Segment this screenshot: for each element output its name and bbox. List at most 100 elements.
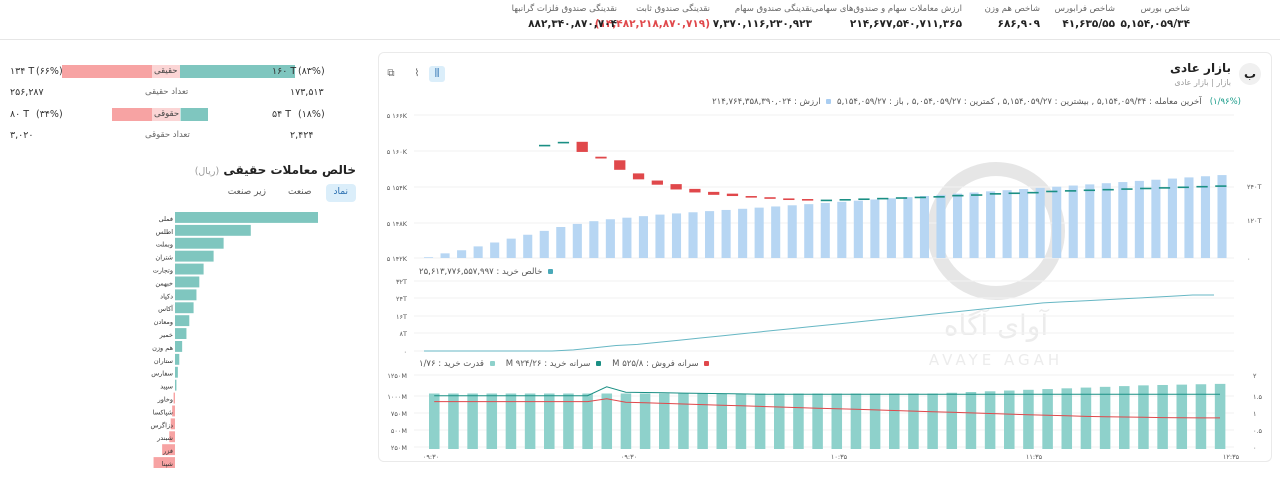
market-charts: آوای آگاه AVAYE AGAH ۵ ۱۶۶K ۵ ۱۶۰K ۵ ۱۵۴K ۵ ۱… bbox=[387, 112, 1263, 461]
market-chart-panel: ب بازار عادی بازار | بازار عادی ⧉ ⌇ ⫼ (۱… bbox=[378, 52, 1272, 462]
net-real-bar bbox=[175, 263, 204, 275]
index-ticker: شاخص بورس ۵,۱۵۴,۰۵۹/۳۴ شاخص فرابورس ۴۱,۶۳۵/… bbox=[0, 0, 1280, 40]
price-candle bbox=[632, 173, 645, 180]
price-candle bbox=[708, 191, 720, 195]
time-tick-label: ۰۹:۳۰ bbox=[423, 453, 439, 461]
price-candle bbox=[1140, 187, 1152, 190]
net-real-bar-label: سپید bbox=[160, 383, 173, 391]
net-buy-tick-label: ۸T bbox=[400, 330, 407, 338]
value-bar bbox=[457, 250, 467, 258]
price-candle bbox=[971, 194, 983, 196]
value-bar bbox=[622, 217, 632, 258]
net-real-bar-label: وخاور bbox=[157, 396, 173, 404]
buy-power-bar bbox=[639, 393, 651, 449]
net-real-unit: (ریال) bbox=[194, 166, 220, 177]
time-tick-label: ۱۰:۳۵ bbox=[831, 453, 848, 461]
buy-power-tick-label: ۱ bbox=[1253, 410, 1257, 418]
buy-power-bar bbox=[1061, 388, 1073, 449]
real-sell-pct: (۶۶%) bbox=[36, 66, 63, 77]
value-bar bbox=[771, 206, 781, 258]
price-candle bbox=[858, 198, 870, 201]
price-tick-label: ۵ ۱۴۸K bbox=[387, 220, 408, 228]
value-bar bbox=[870, 199, 880, 258]
value-bar bbox=[424, 257, 434, 258]
net-real-bar bbox=[175, 212, 318, 223]
legal-buy-value: ۵۴ T bbox=[272, 109, 292, 120]
price-candle bbox=[1027, 191, 1039, 194]
value-bar bbox=[837, 201, 847, 258]
price-candle bbox=[877, 197, 889, 200]
price-candle bbox=[1064, 190, 1077, 192]
value-tick-label: ۲۴۰T bbox=[1247, 183, 1261, 191]
real-sell-value: ۱۳۴ T bbox=[10, 66, 35, 77]
value-bar bbox=[969, 192, 979, 258]
net-real-bar-label: آکاس bbox=[158, 304, 174, 313]
value-bar bbox=[1035, 187, 1045, 258]
tab-net-real[interactable]: نماد bbox=[325, 184, 356, 202]
legal-count-buy: ۲,۴۲۴ bbox=[290, 130, 314, 141]
net-buy-tick-label: ۳۲T bbox=[396, 278, 407, 286]
legal-sell-value: ۸۰ T bbox=[10, 109, 30, 120]
price-tick-label: ۵ ۱۵۴K bbox=[387, 184, 408, 192]
ticker-value: ۵,۱۵۴,۰۵۹/۳۴ bbox=[1120, 18, 1190, 30]
value-bar bbox=[671, 213, 682, 258]
price-candle bbox=[839, 199, 851, 201]
value-bar bbox=[490, 242, 500, 258]
tab-net-real[interactable]: صنعت bbox=[280, 184, 320, 202]
net-real-title: خالص معاملات حقیقی (ریال) bbox=[195, 163, 356, 177]
per-capita-tick-label: ۷۵۰M bbox=[391, 410, 407, 418]
net-real-tabs: نماد صنعت زیر صنعت bbox=[220, 184, 356, 202]
tab-net-real[interactable]: زیر صنعت bbox=[220, 184, 274, 202]
buy-power-tick-label: ۰.۵ bbox=[1253, 427, 1263, 435]
value-bar bbox=[1101, 183, 1111, 258]
ticker-label: ارزش معاملات سهام و صندوق‌های سهامی bbox=[811, 4, 962, 14]
value-bar bbox=[523, 234, 533, 258]
ticker-label: شاخص هم وزن bbox=[984, 4, 1040, 14]
net-real-bar bbox=[175, 366, 178, 378]
net-real-bar-label: فملی bbox=[159, 215, 173, 223]
buy-power-bar bbox=[869, 393, 881, 449]
value-bar bbox=[986, 191, 996, 258]
ticker-item: نقدینگی صندوق فلزات گرانبها ۸۸۲,۳۴۰,۸۷۰,۷… bbox=[512, 4, 617, 30]
ticker-label: شاخص بورس bbox=[1140, 4, 1190, 14]
value-bar bbox=[903, 197, 913, 258]
ticker-label: شاخص فرابورس bbox=[1054, 4, 1115, 14]
buy-power-bar bbox=[1099, 386, 1111, 449]
buy-power-bar bbox=[1004, 390, 1015, 449]
net-real-bar bbox=[175, 289, 197, 301]
value-bar bbox=[804, 204, 814, 258]
net-real-bar-label: فزر bbox=[162, 447, 173, 455]
value-bar bbox=[655, 214, 665, 258]
price-candle bbox=[1102, 188, 1114, 191]
price-candle bbox=[670, 184, 682, 190]
price-candle bbox=[933, 196, 945, 198]
price-tick-label: ۵ ۱۴۲K bbox=[387, 255, 408, 263]
net-real-bar-label: وتجارت bbox=[153, 267, 173, 275]
value-bar bbox=[886, 198, 896, 258]
buy-power-bar bbox=[697, 393, 708, 449]
ticker-item: ارزش معاملات سهام و صندوق‌های سهامی ۲۱۴,۶… bbox=[812, 4, 962, 30]
buy-power-bar bbox=[946, 392, 958, 449]
legal-count-sell: ۳,۰۲۰ bbox=[10, 130, 34, 141]
value-bar bbox=[539, 230, 549, 258]
value-bar bbox=[440, 253, 450, 258]
price-candle bbox=[1121, 188, 1133, 190]
per-capita-tick-label: ۱۰۰۰M bbox=[387, 393, 407, 401]
net-real-bar bbox=[175, 341, 183, 352]
price-candle bbox=[1158, 187, 1171, 189]
per-capita-tick-label: ۱۲۵۰M bbox=[387, 372, 407, 380]
net-real-bar-label: شپنا bbox=[162, 460, 173, 468]
value-bar bbox=[556, 227, 566, 258]
legal-buy-pct: (۱۸%) bbox=[298, 109, 325, 120]
price-candle bbox=[914, 196, 926, 199]
buy-power-tick-label: ۲ bbox=[1253, 372, 1257, 380]
ticker-item: شاخص بورس ۵,۱۵۴,۰۵۹/۳۴ bbox=[1121, 4, 1191, 30]
ticker-item: نقدینگی صندوق سهام ۷,۳۷۰,۱۱۶,۲۳۰,۹۲۳ bbox=[713, 4, 812, 30]
price-candle bbox=[895, 197, 908, 199]
net-real-bar bbox=[175, 224, 251, 236]
ticker-label: نقدینگی صندوق فلزات گرانبها bbox=[511, 4, 617, 14]
real-label: حقیقی bbox=[152, 65, 180, 78]
ticker-value: ۲۱۴,۶۷۷,۵۴۰,۷۱۱,۳۶۵ bbox=[849, 18, 962, 30]
net-real-bar bbox=[175, 250, 214, 262]
price-candle bbox=[726, 193, 739, 197]
